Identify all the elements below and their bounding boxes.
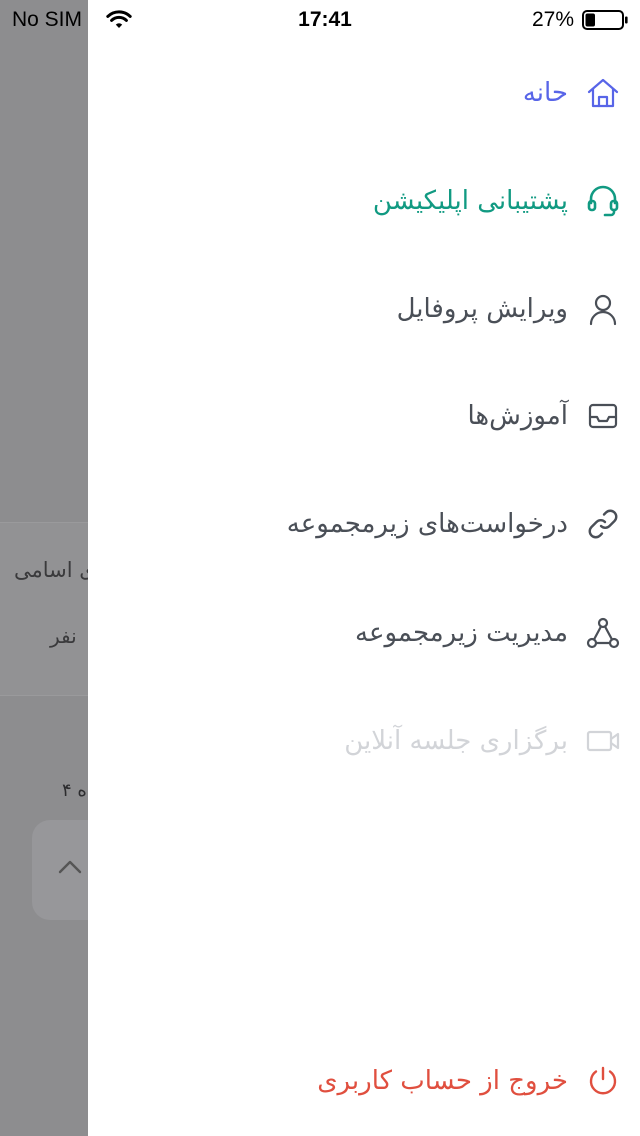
background-card-title: ی اسامی xyxy=(14,558,88,582)
background-page-overlay[interactable]: ی اسامی نفر ه ۴ xyxy=(0,0,88,1136)
home-icon xyxy=(586,76,620,110)
battery-percent: 27% xyxy=(531,8,574,31)
background-card xyxy=(0,522,88,696)
menu-item-app-support[interactable]: پشتیبانی اپلیکیشن xyxy=(373,177,620,225)
menu-item-label: مدیریت زیرمجموعه xyxy=(355,618,568,648)
menu-item-label: آموزش‌ها xyxy=(467,401,568,431)
inbox-icon xyxy=(586,399,620,433)
menu-item-subset-requests[interactable]: درخواست‌های زیرمجموعه xyxy=(287,500,620,548)
battery-icon xyxy=(582,10,628,30)
headset-icon xyxy=(586,184,620,218)
background-card-count: نفر xyxy=(50,624,77,648)
link-icon xyxy=(586,507,620,541)
share-nodes-icon xyxy=(586,616,620,650)
menu-item-label: برگزاری جلسه آنلاین xyxy=(344,726,568,756)
menu-item-subset-management[interactable]: مدیریت زیرمجموعه xyxy=(355,609,620,657)
menu-item-label: درخواست‌های زیرمجموعه xyxy=(286,509,568,539)
menu-item-label: ویرایش پروفایل xyxy=(396,294,568,324)
menu-item-tutorials[interactable]: آموزش‌ها xyxy=(467,392,620,440)
video-camera-icon xyxy=(586,724,620,758)
user-icon xyxy=(586,292,620,326)
power-icon xyxy=(586,1064,620,1098)
chevron-up-icon xyxy=(58,856,82,876)
logout-button[interactable]: خروج از حساب کاربری xyxy=(317,1057,620,1105)
navigation-drawer: حانه پشتیبانی اپلیکیشن ویرایش پروفایل آم… xyxy=(88,0,640,1136)
logout-label: خروج از حساب کاربری xyxy=(317,1066,568,1096)
menu-item-online-meeting: برگزاری جلسه آنلاین xyxy=(344,717,620,765)
menu-item-label: حانه xyxy=(522,78,568,108)
menu-item-home[interactable]: حانه xyxy=(523,69,620,117)
menu-item-edit-profile[interactable]: ویرایش پروفایل xyxy=(397,285,620,333)
status-bar: No SIM 17:41 27% xyxy=(0,0,640,40)
menu-item-label: پشتیبانی اپلیکیشن xyxy=(372,186,568,216)
background-section-label: ه ۴ xyxy=(62,780,87,801)
